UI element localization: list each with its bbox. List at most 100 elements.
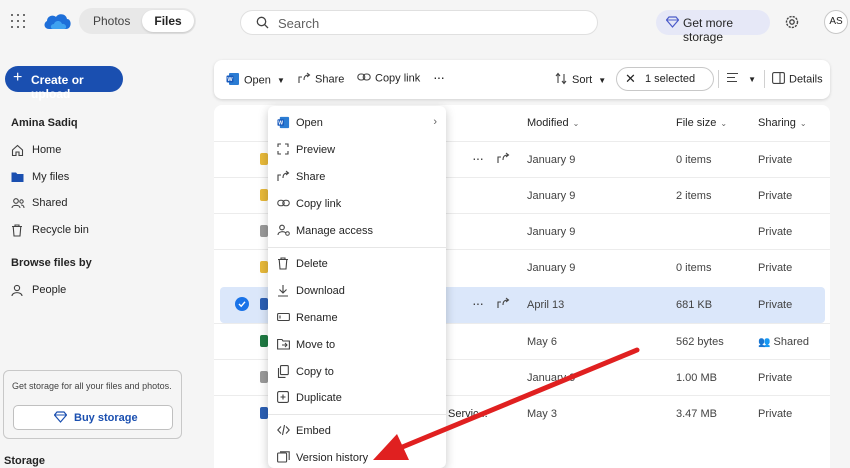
more-options-icon[interactable]: ··· bbox=[472, 295, 484, 311]
people-icon bbox=[11, 197, 25, 213]
menu-item-share[interactable]: Share bbox=[268, 165, 446, 189]
menu-item-version-history[interactable]: Version history bbox=[268, 446, 446, 468]
svg-text:W: W bbox=[227, 77, 233, 83]
size-cell: 2 items bbox=[676, 190, 712, 202]
size-cell: 681 KB bbox=[676, 299, 713, 311]
menu-item-label: Delete bbox=[296, 258, 328, 270]
user-name: Amina Sadiq bbox=[11, 117, 78, 129]
manage-access-icon bbox=[277, 224, 290, 239]
tab-files[interactable]: Files bbox=[142, 10, 194, 32]
menu-item-delete[interactable]: Delete bbox=[268, 252, 446, 276]
top-bar: Photos Files Search Get more storage AS bbox=[0, 0, 850, 44]
buy-storage-button[interactable]: Buy storage bbox=[13, 405, 173, 430]
share-button[interactable]: Share bbox=[298, 72, 344, 87]
link-icon bbox=[277, 197, 290, 211]
sidebar-item-label: Home bbox=[32, 144, 62, 156]
modified-cell: May 3 bbox=[527, 408, 557, 420]
people-icon: 👥 bbox=[758, 337, 771, 348]
details-label: Details bbox=[789, 73, 823, 86]
menu-item-preview[interactable]: Preview bbox=[268, 138, 446, 162]
get-more-storage-button[interactable]: Get more storage bbox=[656, 10, 770, 44]
menu-item-manage-access[interactable]: Manage access bbox=[268, 219, 446, 243]
chevron-down-icon: ▼ bbox=[748, 74, 756, 84]
folder-icon bbox=[260, 153, 268, 165]
selection-count-pill[interactable]: ✕ 1 selected bbox=[616, 67, 714, 91]
selection-count-label: 1 selected bbox=[645, 73, 696, 85]
home-icon bbox=[11, 144, 24, 160]
close-icon[interactable]: ✕ bbox=[625, 72, 636, 86]
menu-item-label: Open bbox=[296, 117, 323, 129]
modified-cell: January 9 bbox=[527, 372, 576, 384]
file-icon bbox=[260, 225, 268, 237]
size-cell: 0 items bbox=[676, 262, 712, 274]
app-launcher-icon[interactable] bbox=[11, 14, 25, 28]
share-icon bbox=[277, 170, 290, 185]
sidebar-item-label: Shared bbox=[32, 197, 68, 209]
move-icon bbox=[277, 338, 290, 353]
chevron-down-icon: ⌄ bbox=[572, 119, 580, 128]
more-options-icon[interactable]: ··· bbox=[433, 69, 445, 85]
menu-item-label: Preview bbox=[296, 144, 336, 156]
file-name-tail: Servic... bbox=[448, 408, 488, 420]
sharing-cell: Private bbox=[758, 190, 793, 202]
svg-text:W: W bbox=[278, 120, 283, 126]
size-cell: 3.47 MB bbox=[676, 408, 717, 420]
trash-icon bbox=[277, 257, 289, 273]
avatar[interactable]: AS bbox=[824, 10, 848, 34]
sort-icon bbox=[555, 72, 568, 88]
menu-item-label: Manage access bbox=[296, 225, 374, 237]
sort-label: Sort bbox=[572, 73, 593, 86]
modified-cell: January 9 bbox=[527, 262, 576, 274]
menu-divider bbox=[268, 247, 446, 248]
tab-photos[interactable]: Photos bbox=[81, 10, 142, 32]
person-icon bbox=[11, 284, 23, 300]
search-icon bbox=[256, 16, 269, 32]
sort-button[interactable]: Sort ▼ bbox=[555, 72, 606, 88]
menu-item-download[interactable]: Download bbox=[268, 279, 446, 303]
file-icon bbox=[260, 371, 268, 383]
diamond-icon bbox=[53, 411, 68, 426]
more-options-icon[interactable]: ··· bbox=[472, 150, 484, 166]
menu-item-copy-link[interactable]: Copy link bbox=[268, 192, 446, 216]
checkmark-icon[interactable] bbox=[235, 297, 249, 311]
menu-item-move-to[interactable]: Move to bbox=[268, 333, 446, 357]
column-header-sharing[interactable]: Sharing ⌄ bbox=[758, 117, 807, 129]
search-input[interactable]: Search bbox=[278, 16, 319, 31]
column-header-label: File size bbox=[676, 117, 717, 129]
column-header-file-size[interactable]: File size ⌄ bbox=[676, 117, 727, 129]
menu-item-rename[interactable]: Rename bbox=[268, 306, 446, 330]
share-icon bbox=[298, 72, 311, 87]
copy-link-button[interactable]: Copy link bbox=[357, 72, 420, 85]
menu-item-duplicate[interactable]: Duplicate bbox=[268, 386, 446, 410]
menu-item-label: Share bbox=[296, 171, 326, 183]
gear-icon[interactable] bbox=[784, 14, 800, 33]
menu-item-open[interactable]: W Open › bbox=[268, 111, 446, 135]
chevron-down-icon: ⌄ bbox=[720, 119, 728, 128]
menu-item-embed[interactable]: Embed bbox=[268, 419, 446, 443]
details-icon bbox=[772, 72, 785, 87]
menu-divider bbox=[268, 414, 446, 415]
details-button[interactable]: Details bbox=[772, 72, 823, 87]
share-icon[interactable] bbox=[497, 297, 510, 312]
search-box[interactable]: Search bbox=[240, 10, 598, 35]
column-header-modified[interactable]: Modified ⌄ bbox=[527, 117, 579, 129]
create-or-upload-button[interactable]: + Create or upload bbox=[5, 66, 123, 101]
menu-item-label: Duplicate bbox=[296, 392, 342, 404]
sharing-cell: Private bbox=[758, 408, 793, 420]
divider bbox=[718, 70, 719, 88]
menu-item-copy-to[interactable]: Copy to bbox=[268, 360, 446, 384]
onedrive-logo-icon[interactable] bbox=[42, 11, 72, 34]
get-more-storage-label: Get more storage bbox=[683, 16, 734, 44]
menu-item-label: Copy to bbox=[296, 366, 334, 378]
sidebar-item-label: My files bbox=[32, 171, 70, 183]
diamond-icon bbox=[665, 16, 680, 31]
view-options-button[interactable]: ▼ bbox=[726, 72, 756, 86]
share-icon[interactable] bbox=[497, 152, 510, 167]
word-icon bbox=[260, 407, 268, 419]
word-icon: W bbox=[226, 72, 240, 89]
photos-files-switcher: Photos Files bbox=[79, 8, 196, 34]
size-cell: 0 items bbox=[676, 154, 712, 166]
open-button[interactable]: W Open ▼ bbox=[226, 72, 285, 89]
copy-icon bbox=[277, 365, 289, 381]
folder-icon bbox=[260, 189, 268, 201]
